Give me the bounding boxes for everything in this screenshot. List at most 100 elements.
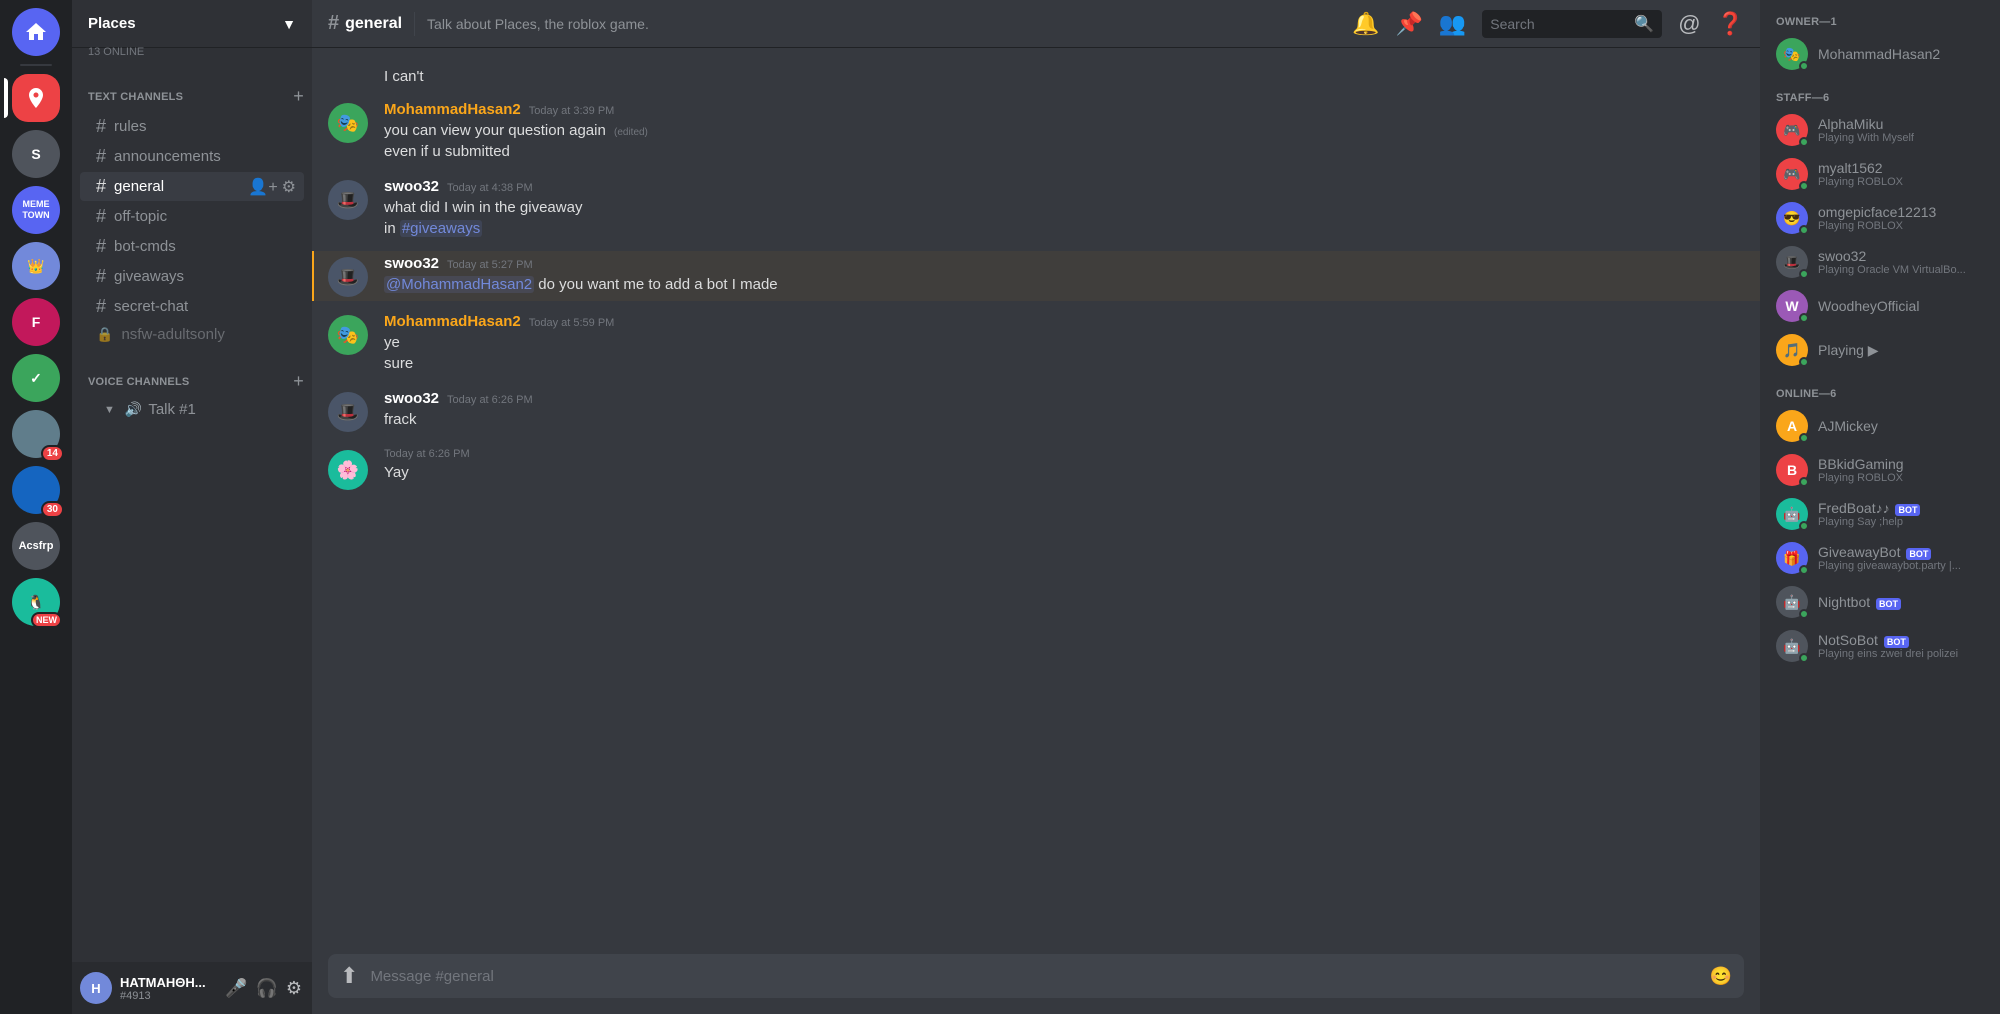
penguin-server-icon[interactable]: 🐧 NEW bbox=[12, 578, 60, 626]
voice-icon: 🔊 bbox=[125, 401, 142, 418]
green-server-icon[interactable]: ✓ bbox=[12, 354, 60, 402]
message-header: MohammadHasan2 Today at 3:39 PM bbox=[384, 101, 1744, 118]
search-bar[interactable]: 🔍 bbox=[1482, 10, 1662, 38]
message-avatar: 🎭 bbox=[328, 315, 368, 355]
help-icon[interactable]: ❓ bbox=[1717, 11, 1744, 37]
username: ΗΑΤΜΑΗΘΗ... bbox=[120, 975, 215, 990]
add-channel-icon[interactable]: + bbox=[293, 86, 304, 107]
member-info: swoo32 Playing Oracle VM VirtualBo... bbox=[1818, 248, 1984, 276]
main-content: # general Talk about Places, the roblox … bbox=[312, 0, 1760, 1014]
bell-icon[interactable]: 🔔 bbox=[1352, 11, 1379, 37]
channel-announcements[interactable]: # announcements bbox=[80, 142, 304, 171]
message-author: swoo32 bbox=[384, 178, 439, 195]
upload-icon[interactable]: ⬆ bbox=[340, 963, 358, 989]
message-group-highlighted: 🎩 swoo32 Today at 5:27 PM @MohammadHasan… bbox=[312, 251, 1760, 301]
meme-town-server-icon[interactable]: MEMETOWN bbox=[12, 186, 60, 234]
channel-action-icons: 👤+ ⚙ bbox=[248, 177, 296, 197]
member-status: Playing Oracle VM VirtualBo... bbox=[1818, 264, 1984, 276]
crown-server-icon[interactable]: 👑 bbox=[12, 242, 60, 290]
pin-icon[interactable]: 📌 bbox=[1395, 11, 1422, 37]
chat-input[interactable] bbox=[370, 968, 1697, 985]
headphone-icon[interactable]: 🎧 bbox=[253, 976, 279, 1001]
online-dot bbox=[1799, 609, 1809, 619]
edited-tag: (edited) bbox=[614, 127, 648, 138]
channel-name: off-topic bbox=[114, 208, 167, 225]
channel-mention[interactable]: #giveaways bbox=[400, 220, 482, 237]
s-server-icon[interactable]: S bbox=[12, 130, 60, 178]
member-mohammadHasan2[interactable]: 🎭 MohammadHasan2 bbox=[1768, 32, 1992, 76]
member-giveawaybot[interactable]: 🎁 GiveawayBot BOT Playing giveawaybot.pa… bbox=[1768, 536, 1992, 580]
user-area: H ΗΑΤΜΑΗΘΗ... #4913 🎤 🎧 ⚙ bbox=[72, 962, 312, 1014]
member-swoo32[interactable]: 🎩 swoo32 Playing Oracle VM VirtualBo... bbox=[1768, 240, 1992, 284]
settings-icon[interactable]: ⚙ bbox=[284, 976, 304, 1001]
member-nightbot[interactable]: 🤖 Nightbot BOT bbox=[1768, 580, 1992, 624]
at-icon[interactable]: @ bbox=[1678, 11, 1700, 37]
bot-tag: BOT bbox=[1895, 504, 1920, 516]
places-server-icon[interactable] bbox=[12, 74, 60, 122]
member-omgepicface12213[interactable]: 😎 omgepicface12213 Playing ROBLOX bbox=[1768, 196, 1992, 240]
message-header: swoo32 Today at 6:26 PM bbox=[384, 390, 1744, 407]
channel-secret-chat[interactable]: # secret-chat bbox=[80, 292, 304, 321]
members-icon[interactable]: 👥 bbox=[1439, 11, 1466, 37]
channel-hash-icon: # bbox=[328, 12, 339, 35]
user-discriminator: #4913 bbox=[120, 990, 215, 1002]
online-dot bbox=[1799, 313, 1809, 323]
member-fredboat[interactable]: 🤖 FredBoat♪♪ BOT Playing Say ;help bbox=[1768, 492, 1992, 536]
text-channels-category[interactable]: TEXT CHANNELS + bbox=[72, 70, 312, 111]
acsfrp-server-icon[interactable]: Acsfrp bbox=[12, 522, 60, 570]
channel-general[interactable]: # general 👤+ ⚙ bbox=[80, 172, 304, 201]
member-myalt1562[interactable]: 🎮 myalt1562 Playing ROBLOX bbox=[1768, 152, 1992, 196]
message-avatar: 🎭 bbox=[328, 103, 368, 143]
member-name: AJMickey bbox=[1818, 418, 1984, 434]
online-dot bbox=[1799, 181, 1809, 191]
channel-bot-cmds[interactable]: # bot-cmds bbox=[80, 232, 304, 261]
staff-category: STAFF—6 bbox=[1768, 76, 1992, 108]
member-woodheyofficial[interactable]: W WoodheyOfficial bbox=[1768, 284, 1992, 328]
message-header: MohammadHasan2 Today at 5:59 PM bbox=[384, 313, 1744, 330]
home-server-icon[interactable] bbox=[12, 8, 60, 56]
member-avatar: 🤖 bbox=[1776, 498, 1808, 530]
channel-nsfw[interactable]: 🔒 nsfw-adultsonly bbox=[80, 322, 304, 347]
member-bbkidgaming[interactable]: B BBkidGaming Playing ROBLOX bbox=[1768, 448, 1992, 492]
online-dot bbox=[1799, 137, 1809, 147]
message-timestamp: Today at 4:38 PM bbox=[447, 182, 533, 194]
message-content: swoo32 Today at 5:27 PM @MohammadHasan2 … bbox=[384, 255, 1744, 297]
user-mention[interactable]: @MohammadHasan2 bbox=[384, 276, 534, 293]
member-ajmickey[interactable]: A AJMickey bbox=[1768, 404, 1992, 448]
add-member-icon[interactable]: 👤+ bbox=[248, 177, 277, 197]
search-input[interactable] bbox=[1490, 16, 1628, 32]
add-voice-channel-icon[interactable]: + bbox=[293, 371, 304, 392]
message-text: in #giveaways bbox=[384, 218, 1744, 239]
voice-channels-category[interactable]: VOICE CHANNELS + bbox=[72, 355, 312, 396]
channel-off-topic[interactable]: # off-topic bbox=[80, 202, 304, 231]
pink-server-icon[interactable]: F bbox=[12, 298, 60, 346]
voice-talk1[interactable]: ▼ 🔊 Talk #1 bbox=[80, 397, 304, 422]
member-status: Playing ROBLOX bbox=[1818, 472, 1984, 484]
server-header[interactable]: Places ▼ bbox=[72, 0, 312, 48]
owner-category: OWNER—1 bbox=[1768, 16, 1992, 32]
s2-server-icon[interactable]: 14 bbox=[12, 410, 60, 458]
message-text: what did I win in the giveaway bbox=[384, 197, 1744, 218]
channel-title: general bbox=[345, 15, 402, 33]
member-playing[interactable]: 🎵 Playing ▶ bbox=[1768, 328, 1992, 372]
channel-name: bot-cmds bbox=[114, 238, 176, 255]
voice-channel-name: Talk #1 bbox=[148, 401, 196, 418]
online-dot bbox=[1799, 269, 1809, 279]
channel-rules[interactable]: # rules bbox=[80, 112, 304, 141]
emoji-icon[interactable]: 😊 bbox=[1710, 966, 1732, 987]
settings-icon[interactable]: ⚙ bbox=[282, 177, 296, 197]
member-notsobot[interactable]: 🤖 NotSoBot BOT Playing eins zwei drei po… bbox=[1768, 624, 1992, 668]
s3-server-icon[interactable]: 30 bbox=[12, 466, 60, 514]
message-timestamp: Today at 6:26 PM bbox=[384, 448, 470, 460]
message-group: 🌸 Today at 6:26 PM Yay bbox=[312, 444, 1760, 494]
message-text: @MohammadHasan2 do you want me to add a … bbox=[384, 274, 1744, 295]
microphone-icon[interactable]: 🎤 bbox=[223, 976, 249, 1001]
message-timestamp: Today at 3:39 PM bbox=[529, 105, 615, 117]
channel-giveaways[interactable]: # giveaways bbox=[80, 262, 304, 291]
member-alphamiku[interactable]: 🎮 AlphaMiku Playing With Myself bbox=[1768, 108, 1992, 152]
member-name: GiveawayBot BOT bbox=[1818, 544, 1984, 560]
chat-header: # general Talk about Places, the roblox … bbox=[312, 0, 1760, 48]
member-name: omgepicface12213 bbox=[1818, 204, 1984, 220]
hash-icon: # bbox=[96, 296, 106, 317]
online-dot bbox=[1799, 565, 1809, 575]
